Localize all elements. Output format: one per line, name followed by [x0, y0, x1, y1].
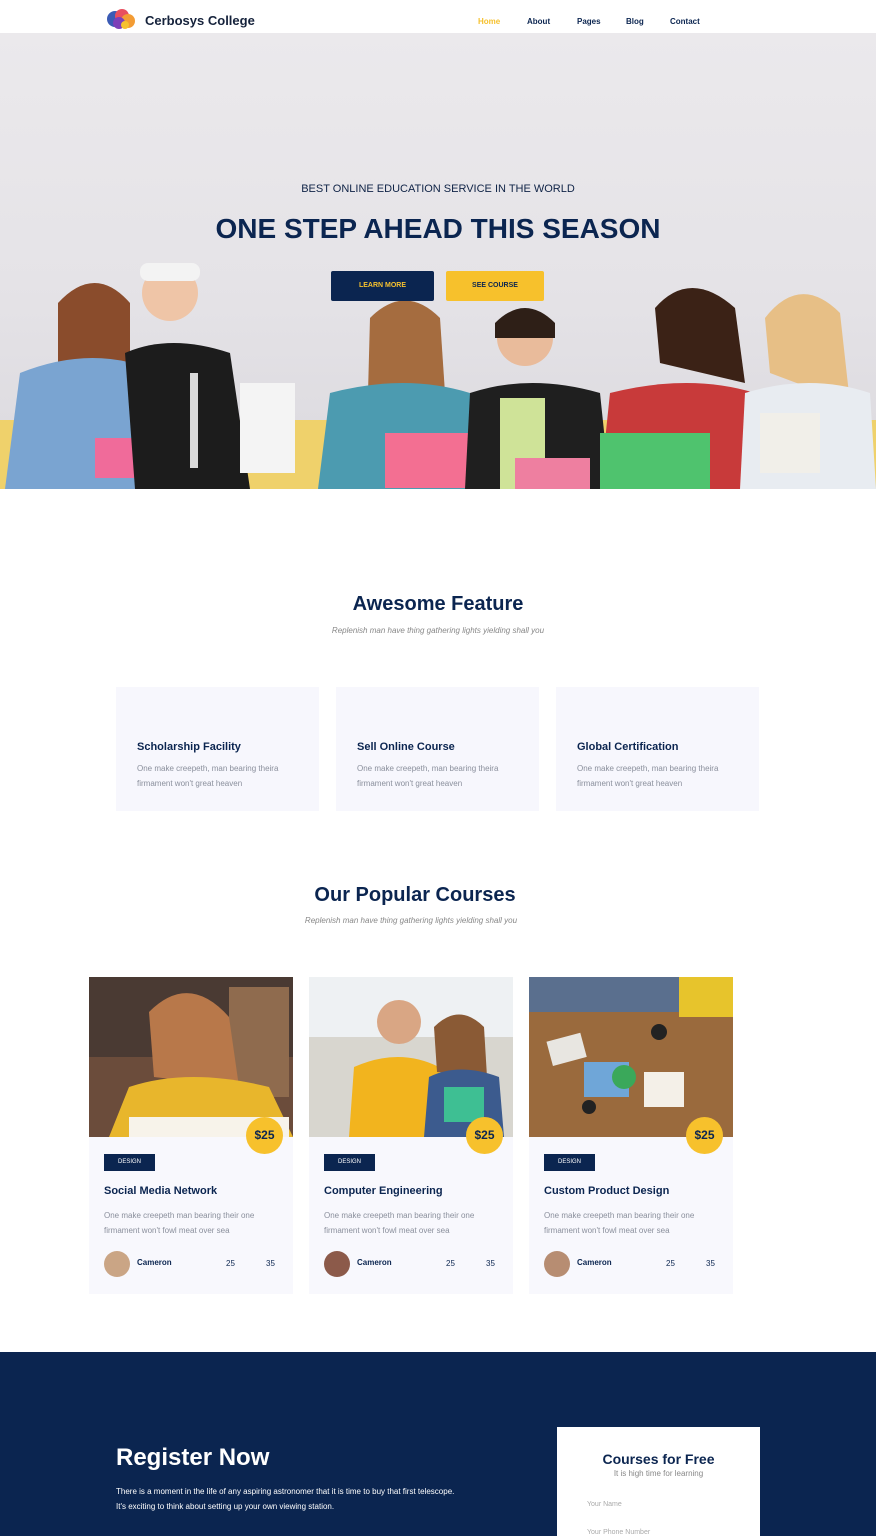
course-stat-comments: 35: [486, 1259, 495, 1268]
register-title: Register Now: [116, 1444, 270, 1471]
feature-text: One make creepeth, man bearing theira fi…: [137, 764, 279, 788]
learn-more-button[interactable]: LEARN MORE: [331, 271, 434, 301]
author-name[interactable]: Cameron: [577, 1258, 612, 1267]
feature-text: One make creepeth, man bearing theira fi…: [357, 764, 499, 788]
name-input[interactable]: Your Name: [587, 1501, 737, 1508]
top-navbar: Cerbosys College Home About Pages Blog C…: [0, 0, 876, 33]
course-stat-likes: 25: [446, 1259, 455, 1268]
courses-title: Our Popular Courses: [314, 884, 516, 906]
course-category-tag[interactable]: DESIGN: [544, 1154, 595, 1171]
price-badge: $25: [246, 1117, 283, 1154]
author-name[interactable]: Cameron: [137, 1258, 172, 1267]
feature-card-certification[interactable]: Global Certification One make creepeth, …: [556, 687, 759, 811]
brand-name[interactable]: Cerbosys College: [145, 13, 255, 28]
course-category-tag[interactable]: DESIGN: [324, 1154, 375, 1171]
free-course-form: Courses for Free It is high time for lea…: [557, 1427, 760, 1536]
course-image-student-writing: [89, 977, 293, 1137]
course-category-tag[interactable]: DESIGN: [104, 1154, 155, 1171]
hero-banner: BEST ONLINE EDUCATION SERVICE IN THE WOR…: [0, 33, 876, 489]
phone-input[interactable]: Your Phone Number: [587, 1529, 737, 1536]
author-avatar: [324, 1251, 350, 1277]
author-avatar: [104, 1251, 130, 1277]
course-stat-comments: 35: [266, 1259, 275, 1268]
features-subtitle: Replenish man have thing gathering light…: [331, 626, 545, 635]
nav-contact[interactable]: Contact: [670, 17, 700, 26]
form-subtitle: It is high time for learning: [613, 1469, 704, 1478]
course-image-design-desk: [529, 977, 733, 1137]
course-stat-comments: 35: [706, 1259, 715, 1268]
brain-logo-icon[interactable]: [106, 8, 136, 30]
feature-title: Scholarship Facility: [137, 741, 241, 753]
nav-home[interactable]: Home: [478, 17, 500, 26]
feature-card-online-course[interactable]: Sell Online Course One make creepeth, ma…: [336, 687, 539, 811]
features-title: Awesome Feature: [352, 593, 524, 615]
hero-kicker: BEST ONLINE EDUCATION SERVICE IN THE WOR…: [301, 183, 575, 195]
students-group-image: [5, 263, 876, 489]
course-description: One make creepeth man bearing their one …: [104, 1211, 255, 1235]
course-title[interactable]: Custom Product Design: [544, 1185, 669, 1197]
hero-title: ONE STEP AHEAD THIS SEASON: [215, 213, 661, 244]
nav-pages[interactable]: Pages: [577, 17, 601, 26]
feature-card-scholarship[interactable]: Scholarship Facility One make creepeth, …: [116, 687, 319, 811]
feature-title: Sell Online Course: [357, 741, 455, 753]
course-title[interactable]: Computer Engineering: [324, 1185, 443, 1197]
course-stat-likes: 25: [666, 1259, 675, 1268]
register-text: There is a moment in the life of any asp…: [116, 1487, 455, 1511]
nav-blog[interactable]: Blog: [626, 17, 644, 26]
price-badge: $25: [686, 1117, 723, 1154]
course-card-product-design[interactable]: $25 DESIGN Custom Product Design One mak…: [529, 977, 733, 1294]
form-title: Courses for Free: [602, 1451, 715, 1467]
author-name[interactable]: Cameron: [357, 1258, 392, 1267]
courses-subtitle: Replenish man have thing gathering light…: [304, 916, 518, 925]
nav-about[interactable]: About: [527, 17, 550, 26]
course-card-computer-engineering[interactable]: $25 DESIGN Computer Engineering One make…: [309, 977, 513, 1294]
see-course-button[interactable]: SEE COURSE: [446, 271, 544, 301]
feature-title: Global Certification: [577, 741, 679, 753]
course-description: One make creepeth man bearing their one …: [544, 1211, 695, 1235]
price-badge: $25: [466, 1117, 503, 1154]
course-stat-likes: 25: [226, 1259, 235, 1268]
course-image-two-students: [309, 977, 513, 1137]
author-avatar: [544, 1251, 570, 1277]
course-title[interactable]: Social Media Network: [104, 1185, 217, 1197]
feature-text: One make creepeth, man bearing theira fi…: [577, 764, 719, 788]
course-card-social-media[interactable]: $25 DESIGN Social Media Network One make…: [89, 977, 293, 1294]
course-description: One make creepeth man bearing their one …: [324, 1211, 475, 1235]
